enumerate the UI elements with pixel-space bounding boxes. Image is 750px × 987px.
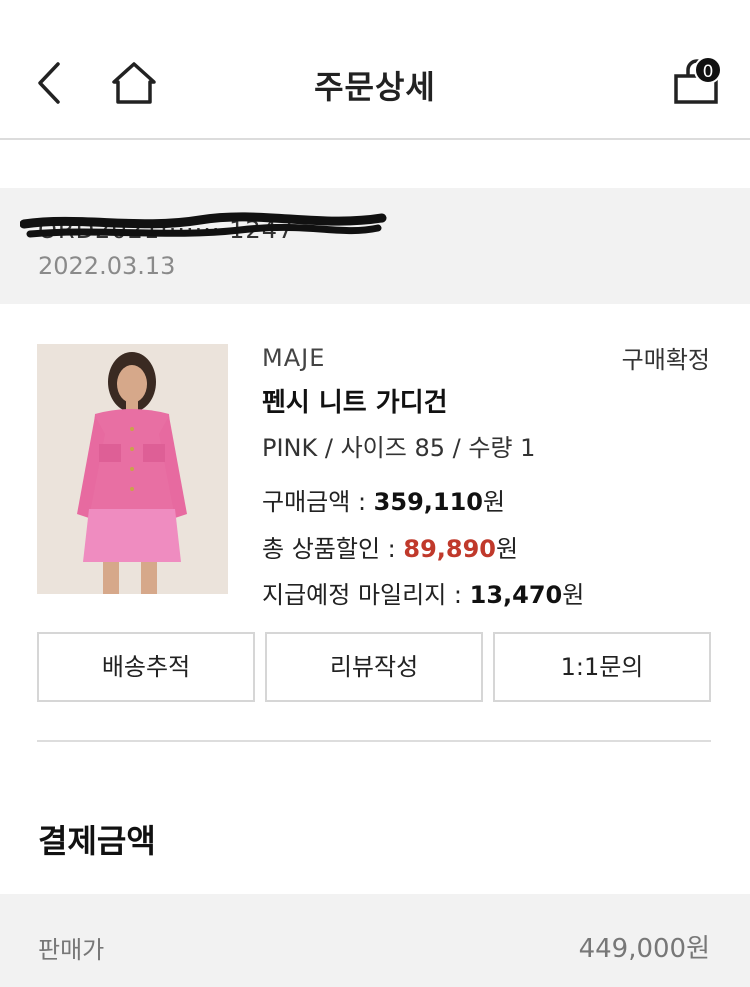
payment-section-title: 결제금액 [38,822,156,860]
discount-amount: 총 상품할인 : 89,890원 [262,529,518,564]
order-info-band: ORD2021········1247 2022.03.13 [0,188,750,304]
discount-amount-label: 총 상품할인 : [262,535,404,563]
tracking-button[interactable]: 배송추적 [37,632,255,702]
mileage-amount-label: 지급예정 마일리지 : [262,581,470,609]
currency-unit: 원 [482,488,506,516]
product-name[interactable]: 펜시 니트 가디건 [262,382,448,419]
purchase-amount-value: 359,110 [373,488,483,516]
currency-unit: 원 [562,581,585,609]
product-brand: MAJE [262,344,326,372]
order-date: 2022.03.13 [38,252,176,280]
app-header: 주문상세 0 [0,0,750,140]
write-review-button[interactable]: 리뷰작성 [265,632,483,702]
page-title: 주문상세 [314,68,436,106]
cart-count-badge: 0 [694,56,722,84]
mileage-amount-value: 13,470 [469,581,563,609]
discount-amount-value: 89,890 [403,535,496,563]
mileage-amount: 지급예정 마일리지 : 13,470원 [262,575,584,610]
redaction-scribble [20,212,387,238]
inquiry-button[interactable]: 1:1문의 [493,632,711,702]
order-status: 구매확정 [621,346,710,374]
currency-unit: 원 [496,535,519,563]
order-product: MAJE 구매확정 펜시 니트 가디건 PINK / 사이즈 85 / 수량 1… [0,304,750,744]
payment-row-label: 판매가 [38,936,105,964]
payment-row-value: 449,000원 [578,934,710,964]
product-image[interactable] [37,344,228,594]
product-options: PINK / 사이즈 85 / 수량 1 [262,434,536,462]
purchase-amount-label: 구매금액 : [262,488,374,516]
section-divider [37,740,711,742]
payment-row: 판매가 449,000원 [0,894,750,987]
purchase-amount: 구매금액 : 359,110원 [262,482,505,517]
